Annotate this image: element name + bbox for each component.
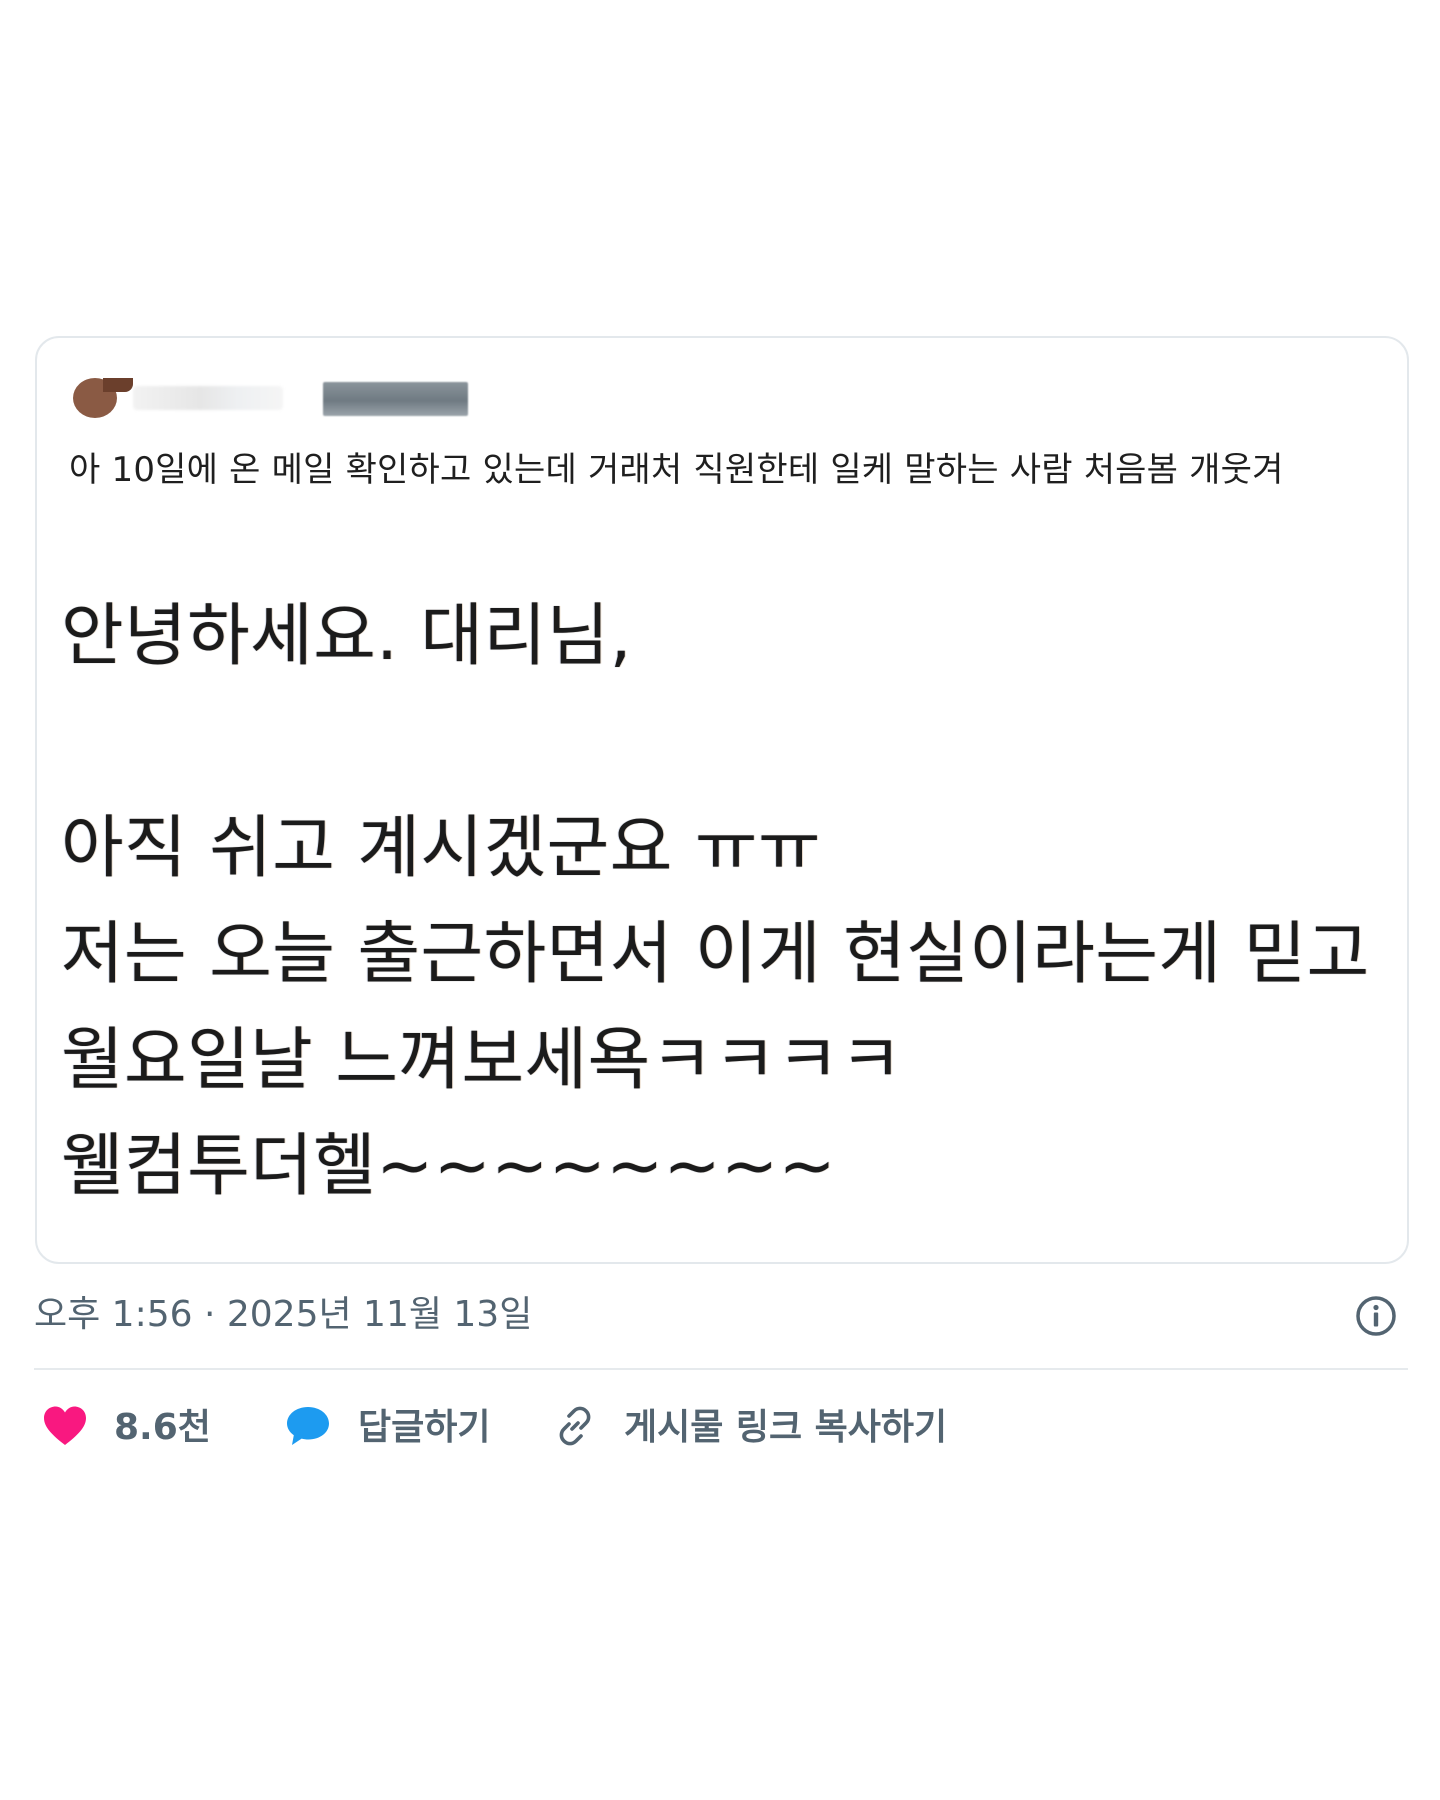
email-line: 아직 쉬고 계시겠군요 ㅠㅠ	[61, 809, 822, 888]
email-line: 웰컴투더헬~~~~~~~~	[61, 1127, 837, 1206]
quoted-post-card[interactable]: 아 10일에 온 메일 확인하고 있는데 거래처 직원한테 일케 말하는 사람 …	[35, 336, 1409, 1264]
speech-bubble-icon	[284, 1404, 332, 1452]
link-icon	[552, 1403, 598, 1453]
avatar-redaction	[103, 378, 133, 392]
post-timestamp[interactable]: 오후 1:56 · 2025년 11월 13일	[34, 1290, 532, 1340]
author-row[interactable]	[73, 378, 473, 418]
like-count: 8.6천	[114, 1407, 211, 1448]
heart-icon	[42, 1405, 88, 1451]
email-blank-line	[61, 690, 1407, 796]
author-name-redacted	[133, 386, 283, 410]
info-icon[interactable]	[1354, 1294, 1398, 1338]
copy-link-label: 게시물 링크 복사하기	[624, 1407, 948, 1448]
reply-label: 답글하기	[358, 1407, 491, 1448]
email-line: 저는 오늘 출근하면서 이게 현실이라는게 믿고	[61, 915, 1370, 994]
divider	[34, 1368, 1408, 1370]
author-handle-redacted	[323, 382, 468, 416]
email-line: 월요일날 느껴보세욕ㅋㅋㅋㅋ	[61, 1021, 903, 1100]
reply-button[interactable]: 답글하기	[284, 1398, 490, 1458]
action-bar: 8.6천 답글하기 게시물 링크 복사하기	[0, 1398, 1440, 1458]
post-caption: 아 10일에 온 메일 확인하고 있는데 거래처 직원한테 일케 말하는 사람 …	[69, 450, 1284, 490]
like-button[interactable]: 8.6천	[42, 1398, 211, 1458]
email-screenshot: 안녕하세요. 대리님, 아직 쉬고 계시겠군요 ㅠㅠ 저는 오늘 출근하면서 이…	[61, 584, 1407, 1220]
copy-link-button[interactable]: 게시물 링크 복사하기	[552, 1398, 947, 1458]
email-line: 안녕하세요. 대리님,	[61, 597, 632, 676]
